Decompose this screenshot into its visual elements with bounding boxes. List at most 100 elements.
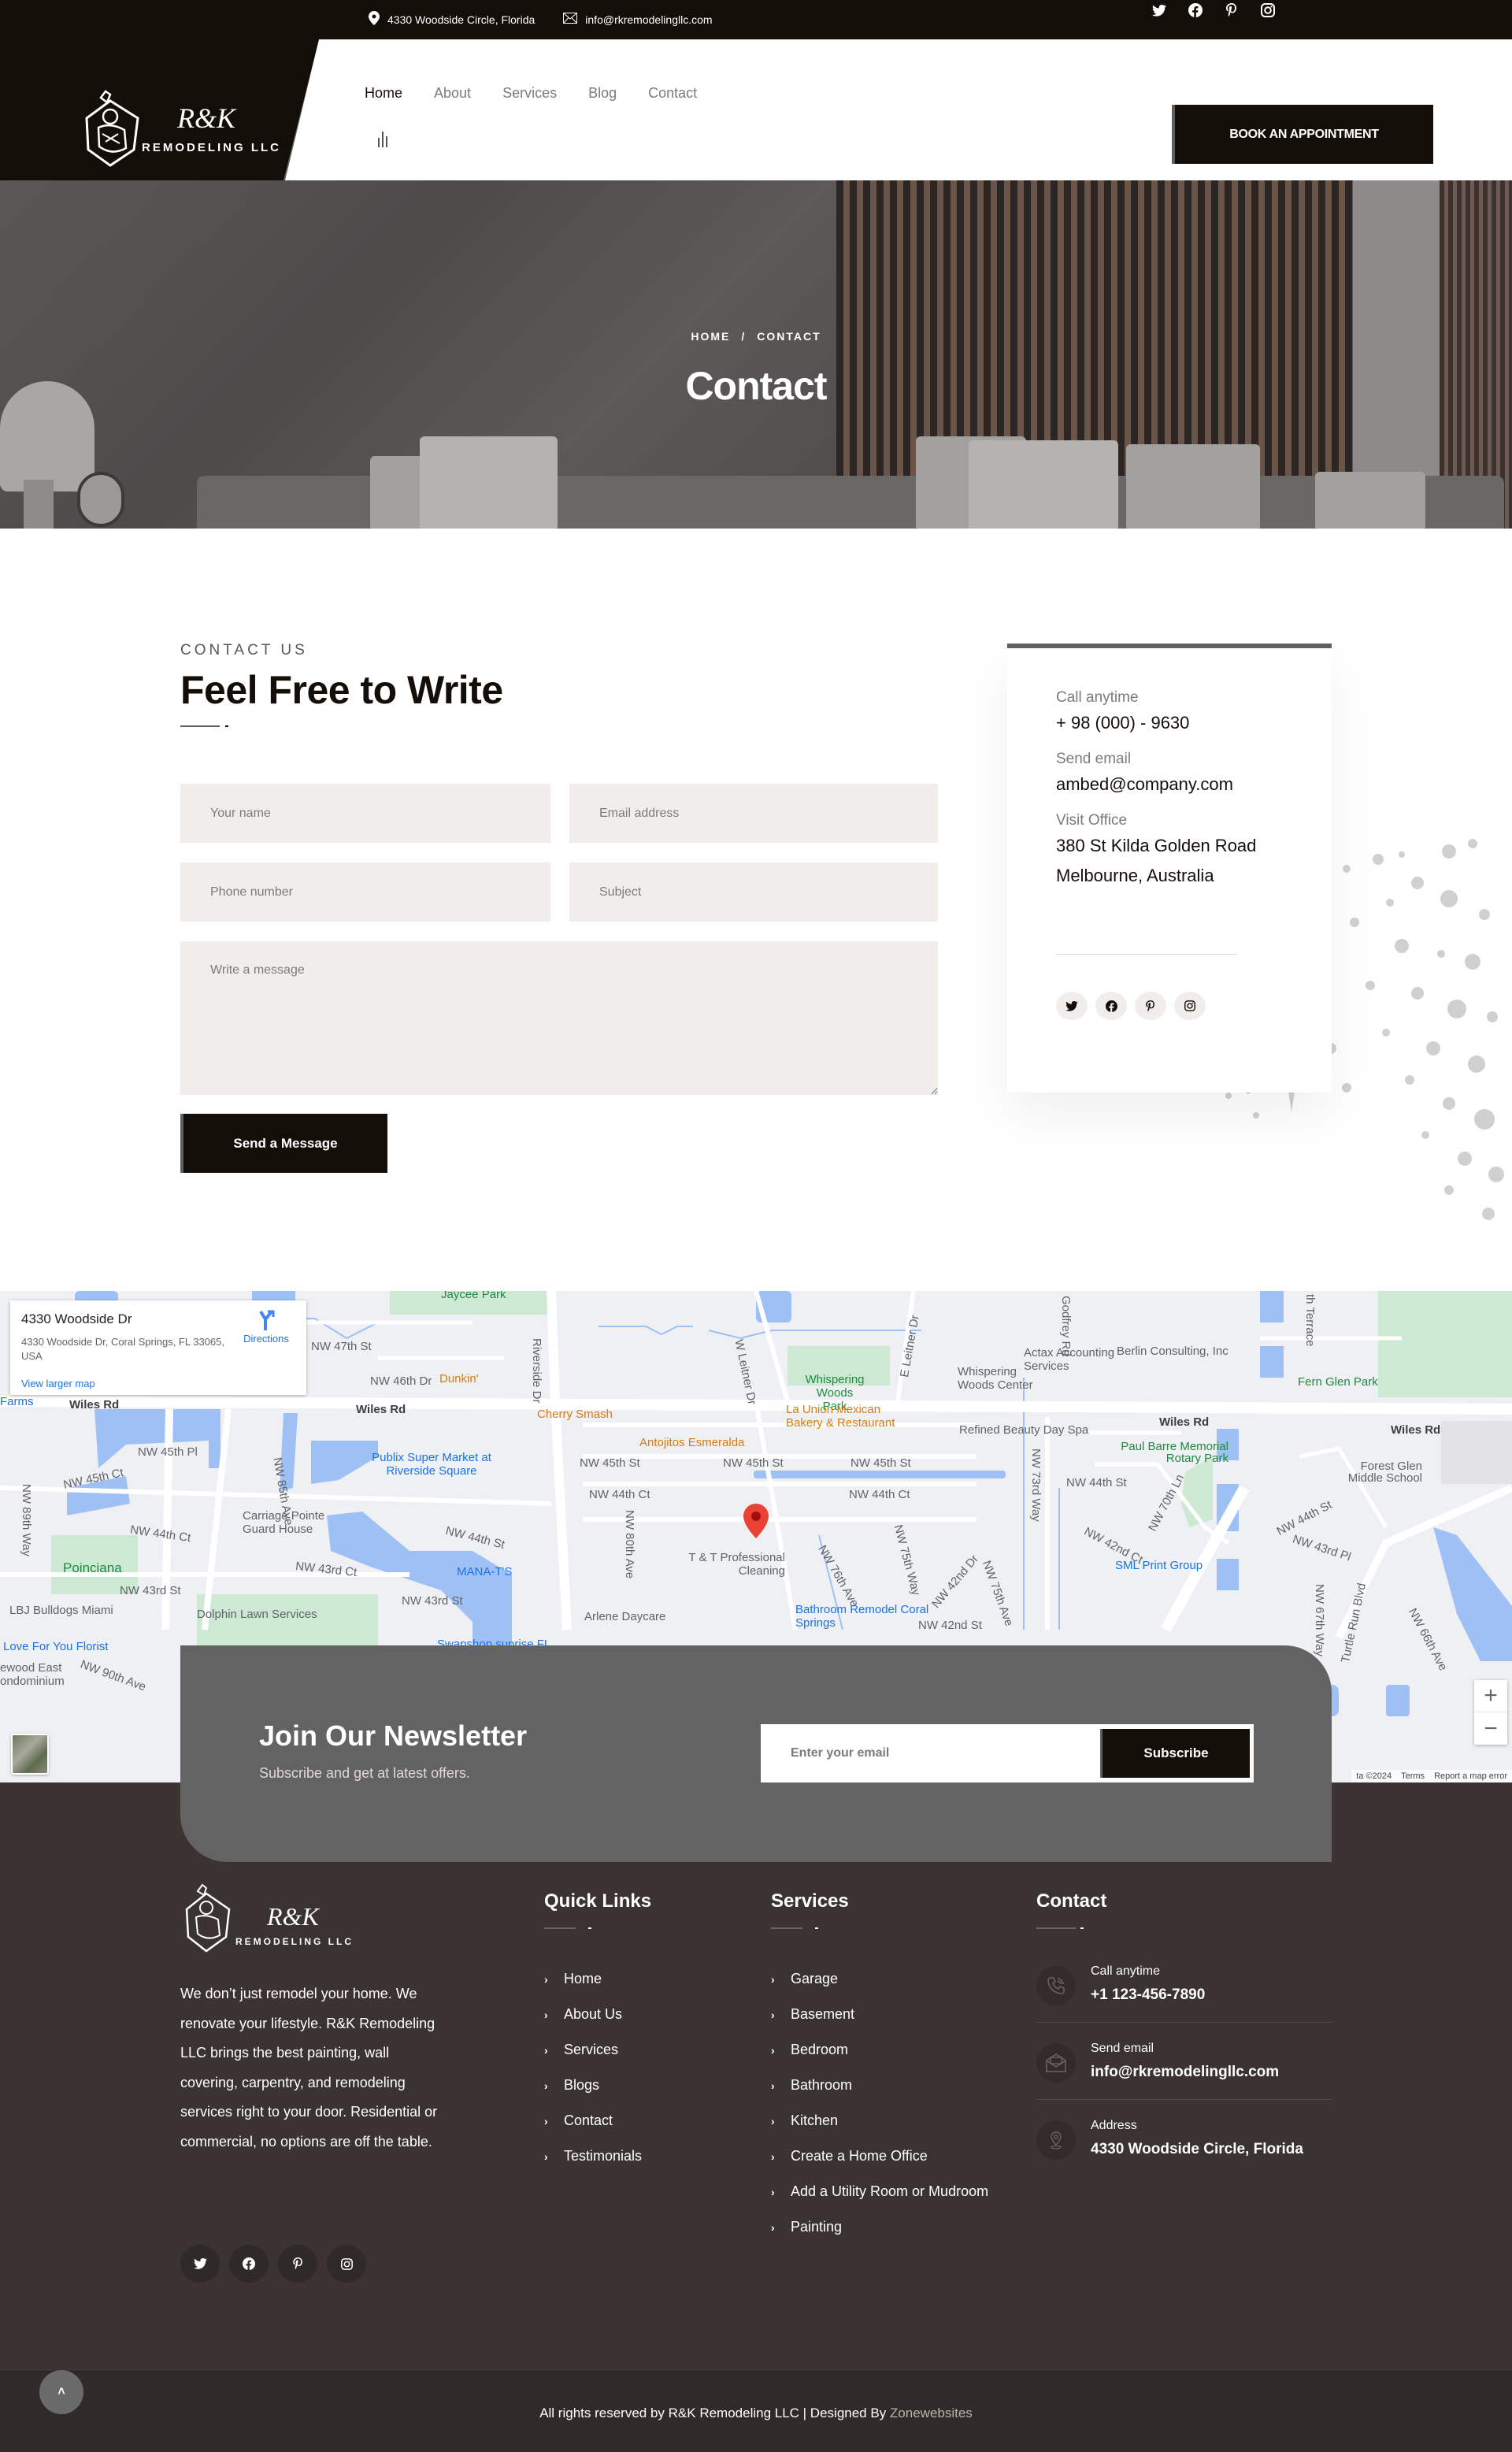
instagram-icon[interactable] [1174,992,1206,1020]
map-report-link[interactable]: Report a map error [1434,1771,1507,1781]
designer-link[interactable]: Zonewebsites [890,2406,973,2420]
map-label: Riverside Dr [530,1338,543,1404]
pinterest-icon[interactable] [1224,2,1240,18]
phone-input[interactable] [180,862,550,922]
zoom-in-button[interactable]: + [1474,1680,1507,1712]
footer-service-link[interactable]: › Bathroom [771,2068,1039,2103]
map-label: Wiles Rd [356,1403,406,1416]
map-label: NW 43rd St [120,1584,181,1597]
nav-services[interactable]: Services [502,85,557,102]
nav-blog[interactable]: Blog [588,85,617,102]
email-input[interactable] [569,784,938,843]
map-label: Dunkin' [439,1372,479,1386]
site-header: R&K REMODELING LLC Home About Services B… [0,39,1512,180]
scroll-to-top-button[interactable]: ˄ [39,2370,83,2414]
footer-service-label: Kitchen [791,2113,839,2128]
subscribe-button[interactable]: Subscribe [1100,1729,1250,1778]
footer-logo[interactable]: R&K REMODELING LLC [180,1882,373,1957]
subject-input[interactable] [569,862,938,922]
footer-service-label: Bathroom [791,2077,853,2093]
map-label: Farms [0,1395,34,1408]
footer-contact-phone[interactable]: Call anytime +1 123-456-7890 [1036,1946,1332,2023]
office-label: Visit Office [1056,812,1128,829]
contact-heading: Contact [1036,1890,1107,1912]
instagram-icon[interactable] [327,2245,366,2283]
map-label: ewood East ondominium [0,1661,65,1688]
directions-label: Directions [243,1333,289,1345]
twitter-icon[interactable] [180,2245,220,2283]
map-label: Paul Barre Memorial Rotary Park [1121,1440,1228,1465]
facebook-icon[interactable] [1095,992,1127,1020]
map-zoom-control: + − [1474,1680,1507,1745]
section-title: Feel Free to Write [180,668,503,712]
footer-service-label: Add a Utility Room or Mudroom [791,2183,989,2199]
footer-service-link[interactable]: › Kitchen [771,2103,1039,2139]
newsletter-form: Subscribe [761,1724,1254,1782]
map-label: th Terrace [1303,1294,1317,1347]
map-terms-link[interactable]: Terms [1401,1771,1425,1781]
footer-service-link[interactable]: › Garage [771,1961,1039,1997]
footer-service-link[interactable]: › Bedroom [771,2032,1039,2068]
chevron-right-icon: › [771,2114,775,2127]
location-marker-icon[interactable] [743,1504,769,1538]
footer-contact-address[interactable]: Address 4330 Woodside Circle, Florida [1036,2100,1332,2177]
view-larger-map-link[interactable]: View larger map [21,1378,95,1389]
nav-home[interactable]: Home [365,85,402,102]
menu-bars-icon[interactable] [376,130,391,147]
chevron-right-icon: › [771,2008,775,2021]
directions-button[interactable]: Directions [235,1310,298,1345]
chevron-right-icon: › [771,2079,775,2092]
twitter-icon[interactable] [1151,2,1167,18]
twitter-icon[interactable] [1056,992,1088,1020]
message-textarea[interactable] [180,941,938,1095]
nav-about[interactable]: About [434,85,471,102]
footer-service-link[interactable]: › Basement [771,1997,1039,2032]
logo-sub-text: REMODELING LLC [142,141,281,154]
topbar-address: 4330 Woodside Circle, Florida [369,11,535,28]
name-input[interactable] [180,784,550,843]
company-logo[interactable]: R&K REMODELING LLC [79,87,299,173]
map-label: NW 89th Way [20,1484,33,1556]
pinterest-icon[interactable] [278,2245,317,2283]
call-value[interactable]: + 98 (000) - 9630 [1056,708,1189,738]
send-message-button[interactable]: Send a Message [180,1114,387,1173]
footer-contact-value: info@rkremodelingllc.com [1091,2064,1280,2080]
map-label: Wiles Rd [1159,1415,1210,1429]
map-attribution: ta ©2024 Terms Report a map error [1351,1770,1512,1782]
heading-underline-dot [815,1927,818,1929]
chevron-right-icon: › [544,1972,548,1986]
footer-service-label: Basement [791,2006,855,2022]
footer-service-link[interactable]: › Painting [771,2209,1039,2245]
map-label: NW 45th St [723,1456,784,1470]
footer-service-label: Garage [791,1971,839,1986]
breadcrumb-home[interactable]: HOME [691,330,730,343]
breadcrumb-separator: / [741,330,747,343]
book-appointment-button[interactable]: BOOK AN APPOINTMENT [1172,105,1433,164]
instagram-icon[interactable] [1260,2,1276,18]
newsletter-email-input[interactable] [761,1724,1099,1782]
footer-contact-label: Address [1091,2119,1137,2132]
map-label: Love For You Florist [3,1640,109,1653]
heading-underline [1036,1927,1076,1929]
footer-link-label: Contact [564,2113,613,2128]
map-label: Whispering Woods Center [958,1365,1033,1392]
map-label: Dolphin Lawn Services [197,1608,317,1621]
footer-contact-email[interactable]: Send email info@rkremodelingllc.com [1036,2023,1332,2100]
email-value[interactable]: ambed@company.com [1056,770,1233,799]
facebook-icon[interactable] [229,2245,269,2283]
nav-contact[interactable]: Contact [648,85,697,102]
topbar-email-text: info@rkremodelingllc.com [585,13,713,26]
satellite-toggle[interactable] [11,1734,49,1775]
park-area [1378,1291,1512,1397]
site-footer: R&K REMODELING LLC We don’t just remodel… [0,1782,1512,2373]
footer-service-link[interactable]: › Create a Home Office [771,2139,1039,2174]
location-pin-icon [369,11,380,28]
facebook-icon[interactable] [1188,2,1203,18]
map-label: Forest Glen Middle School [1347,1460,1422,1485]
email-label: Send email [1056,751,1132,767]
map-label: NW 80th Ave [623,1510,636,1579]
zoom-out-button[interactable]: − [1474,1712,1507,1745]
footer-service-link[interactable]: › Add a Utility Room or Mudroom [771,2174,1039,2209]
topbar-email[interactable]: info@rkremodelingllc.com [563,11,713,28]
pinterest-icon[interactable] [1135,992,1166,1020]
